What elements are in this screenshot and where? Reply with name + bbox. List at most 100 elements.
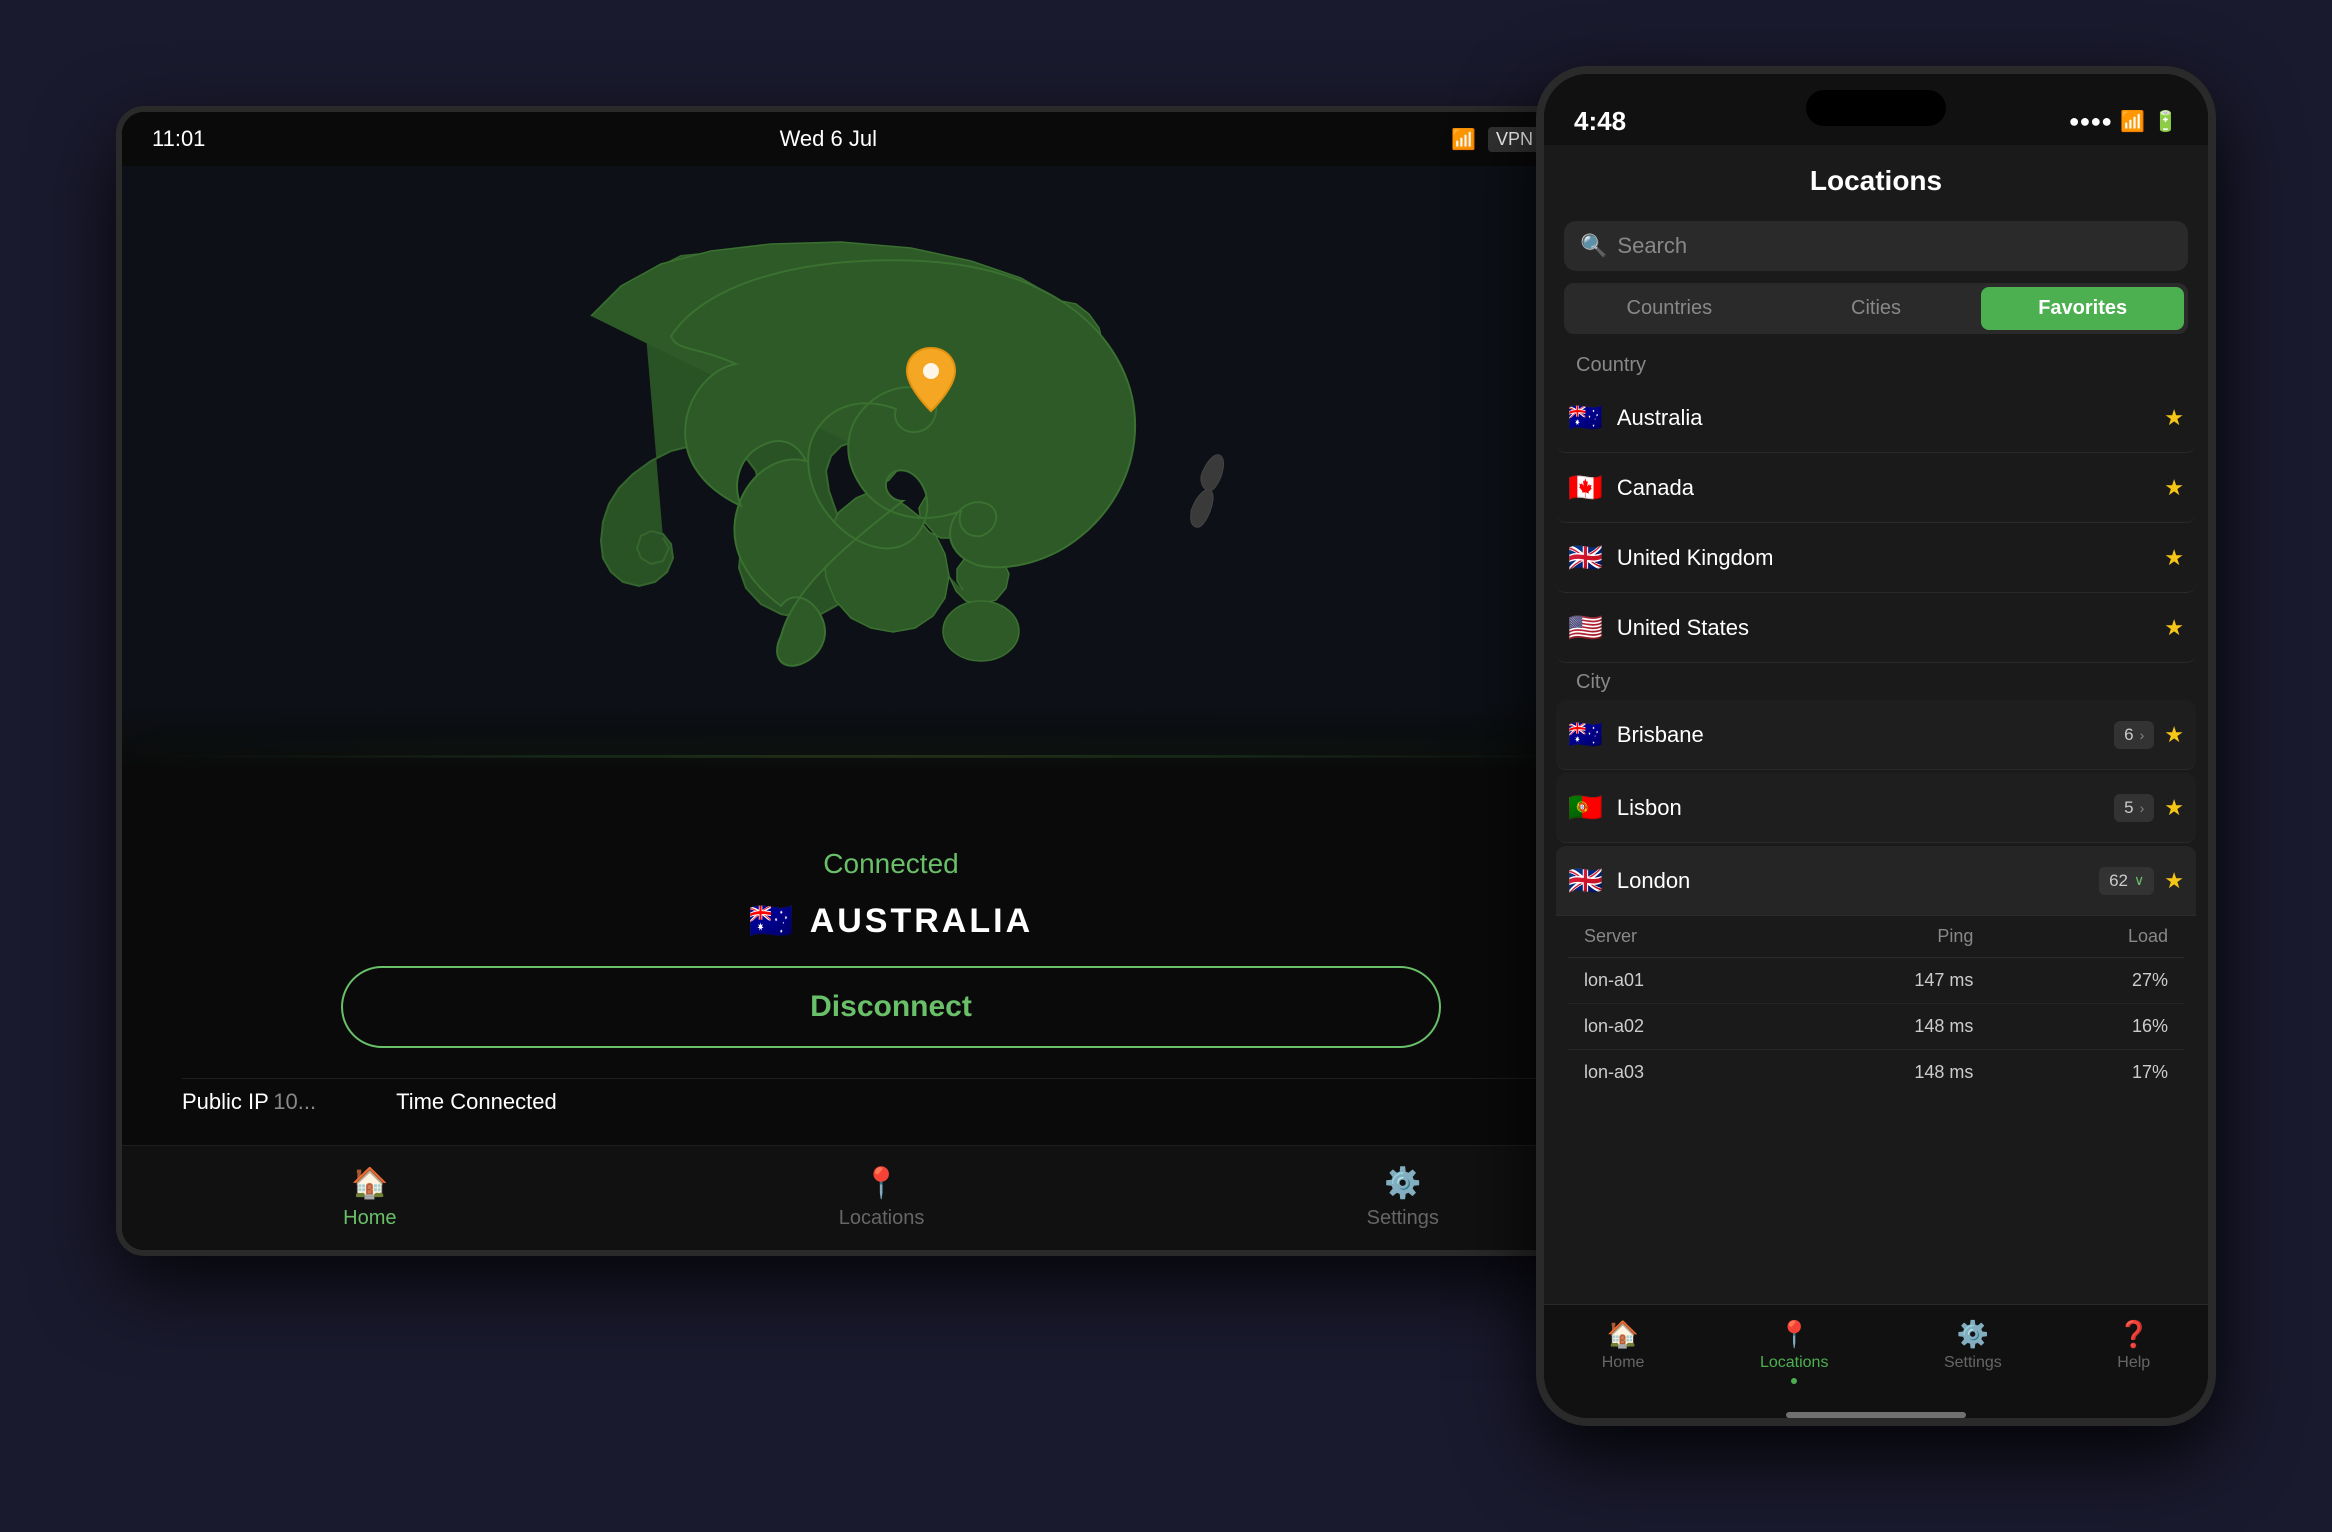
phone-nav-settings[interactable]: ⚙️ Settings [1944, 1319, 2002, 1384]
phone-signal-icon: ●●●● [2069, 111, 2113, 132]
tablet-info-row: Public IP 10... Time Connected [182, 1078, 1600, 1115]
settings-icon: ⚙️ [1384, 1166, 1421, 1201]
search-bar[interactable]: 🔍 Search [1564, 221, 2188, 271]
home-indicator [1786, 1412, 1966, 1418]
uk-name: United Kingdom [1617, 545, 2164, 571]
tablet-date: Wed 6 Jul [780, 126, 877, 152]
lisbon-flag: 🇵🇹 [1568, 791, 1603, 824]
server-ping-lon-a02: 148 ms [1779, 1016, 1974, 1037]
server-load-lon-a02: 16% [1973, 1016, 2168, 1037]
phone-home-icon: 🏠 [1607, 1319, 1639, 1350]
tab-bar: Countries Cities Favorites [1564, 283, 2188, 334]
london-server-table: Server Ping Load lon-a01 147 ms 27% lon-… [1568, 916, 2184, 1095]
tablet-flag: 🇦🇺 [749, 900, 794, 942]
phone-nav-home[interactable]: 🏠 Home [1602, 1319, 1645, 1384]
tablet-map-area [122, 166, 1660, 818]
brisbane-flag: 🇦🇺 [1568, 718, 1603, 751]
canada-name: Canada [1617, 475, 2164, 501]
server-name-lon-a02: lon-a02 [1584, 1016, 1779, 1037]
tablet-bottom-panel: Connected 🇦🇺 AUSTRALIA Disconnect Public… [122, 818, 1660, 1145]
tablet-country-name: AUSTRALIA [810, 902, 1033, 941]
australia-favorite-star[interactable]: ★ [2164, 405, 2184, 431]
phone-nav-locations-label: Locations [1760, 1354, 1829, 1372]
phone-content: Locations 🔍 Search Countries Cities Favo… [1544, 145, 2208, 1304]
tablet-nav-settings-label: Settings [1367, 1207, 1439, 1230]
phone-nav-help-label: Help [2117, 1354, 2150, 1372]
us-flag: 🇺🇸 [1568, 611, 1603, 644]
server-row-lon-a03[interactable]: lon-a03 148 ms 17% [1568, 1050, 2184, 1095]
brisbane-favorite-star[interactable]: ★ [2164, 722, 2184, 748]
disconnect-button[interactable]: Disconnect [341, 966, 1441, 1048]
phone-header: Locations [1544, 145, 2208, 209]
vpn-badge: VPN [1488, 127, 1541, 152]
lisbon-favorite-star[interactable]: ★ [2164, 795, 2184, 821]
list-item-australia[interactable]: 🇦🇺 Australia ★ [1556, 383, 2196, 453]
search-icon: 🔍 [1580, 233, 1607, 259]
tab-cities[interactable]: Cities [1775, 287, 1978, 330]
us-favorite-star[interactable]: ★ [2164, 615, 2184, 641]
phone-nav-help[interactable]: ❓ Help [2117, 1319, 2150, 1384]
time-connected-label: Time Connected [396, 1089, 557, 1114]
server-load-lon-a03: 17% [1973, 1062, 2168, 1083]
phone-nav-settings-label: Settings [1944, 1354, 2002, 1372]
brisbane-count[interactable]: 6 › [2114, 721, 2154, 749]
phone-battery-icon: 🔋 [2153, 109, 2178, 134]
connection-status: Connected [182, 848, 1600, 880]
us-name: United States [1617, 615, 2164, 641]
list-item-lisbon[interactable]: 🇵🇹 Lisbon 5 › ★ [1556, 773, 2196, 843]
dynamic-island [1806, 90, 1946, 126]
phone-device: 4:48 ●●●● 📶 🔋 Locations 🔍 Search [1536, 66, 2216, 1426]
lisbon-name: Lisbon [1617, 795, 2114, 821]
australia-name: Australia [1617, 405, 2164, 431]
phone-help-icon: ❓ [2118, 1319, 2150, 1350]
tablet-nav: 🏠 Home 📍 Locations ⚙️ Settings [122, 1145, 1660, 1250]
country-section-header: Country [1556, 346, 2196, 383]
list-item-brisbane[interactable]: 🇦🇺 Brisbane 6 › ★ [1556, 700, 2196, 770]
uk-flag: 🇬🇧 [1568, 541, 1603, 574]
active-dot [1791, 1378, 1797, 1384]
tablet-time: 11:01 [152, 126, 205, 152]
server-row-lon-a02[interactable]: lon-a02 148 ms 16% [1568, 1004, 2184, 1050]
public-ip-item: Public IP 10... [182, 1089, 316, 1115]
canada-favorite-star[interactable]: ★ [2164, 475, 2184, 501]
main-scene: 11:01 Wed 6 Jul 📶 VPN 51% 🔋 [116, 66, 2216, 1466]
london-flag: 🇬🇧 [1568, 864, 1603, 897]
tab-favorites[interactable]: Favorites [1981, 287, 2184, 330]
home-icon: 🏠 [351, 1166, 388, 1201]
tablet-nav-settings[interactable]: ⚙️ Settings [1367, 1166, 1439, 1230]
london-favorite-star[interactable]: ★ [2164, 868, 2184, 894]
server-col-ping: Ping [1779, 926, 1974, 947]
server-col-server: Server [1584, 926, 1779, 947]
location-list: Country 🇦🇺 Australia ★ 🇨🇦 Canada ★ [1544, 346, 2208, 1304]
location-icon: 📍 [863, 1166, 900, 1201]
tablet-country-label: 🇦🇺 AUSTRALIA [182, 900, 1600, 942]
list-item-us[interactable]: 🇺🇸 United States ★ [1556, 593, 2196, 663]
phone-nav-locations[interactable]: 📍 Locations [1760, 1319, 1829, 1384]
list-item-uk[interactable]: 🇬🇧 United Kingdom ★ [1556, 523, 2196, 593]
tab-countries[interactable]: Countries [1568, 287, 1771, 330]
lisbon-count[interactable]: 5 › [2114, 794, 2154, 822]
phone-location-icon: 📍 [1778, 1319, 1810, 1350]
list-item-london[interactable]: 🇬🇧 London 62 ∨ ★ [1556, 846, 2196, 916]
tablet-device: 11:01 Wed 6 Jul 📶 VPN 51% 🔋 [116, 106, 1666, 1256]
phone-nav: 🏠 Home 📍 Locations ⚙️ Settings ❓ Help [1544, 1304, 2208, 1412]
wifi-icon: 📶 [1451, 127, 1476, 152]
tablet-nav-home-label: Home [343, 1207, 396, 1230]
phone-nav-home-label: Home [1602, 1354, 1645, 1372]
australia-flag: 🇦🇺 [1568, 401, 1603, 434]
uk-favorite-star[interactable]: ★ [2164, 545, 2184, 571]
tablet-nav-home[interactable]: 🏠 Home [343, 1166, 396, 1230]
list-item-canada[interactable]: 🇨🇦 Canada ★ [1556, 453, 2196, 523]
phone-wifi-icon: 📶 [2120, 109, 2145, 134]
london-count[interactable]: 62 ∨ [2099, 867, 2154, 895]
public-ip-value: 10... [273, 1089, 316, 1114]
canada-flag: 🇨🇦 [1568, 471, 1603, 504]
london-name: London [1617, 868, 2099, 894]
tablet-nav-locations[interactable]: 📍 Locations [839, 1166, 925, 1230]
phone-title: Locations [1568, 165, 2184, 197]
server-name-lon-a01: lon-a01 [1584, 970, 1779, 991]
tablet-status-bar: 11:01 Wed 6 Jul 📶 VPN 51% 🔋 [122, 112, 1660, 166]
brisbane-name: Brisbane [1617, 722, 2114, 748]
map-overlay [122, 698, 1660, 818]
server-row-lon-a01[interactable]: lon-a01 147 ms 27% [1568, 958, 2184, 1004]
